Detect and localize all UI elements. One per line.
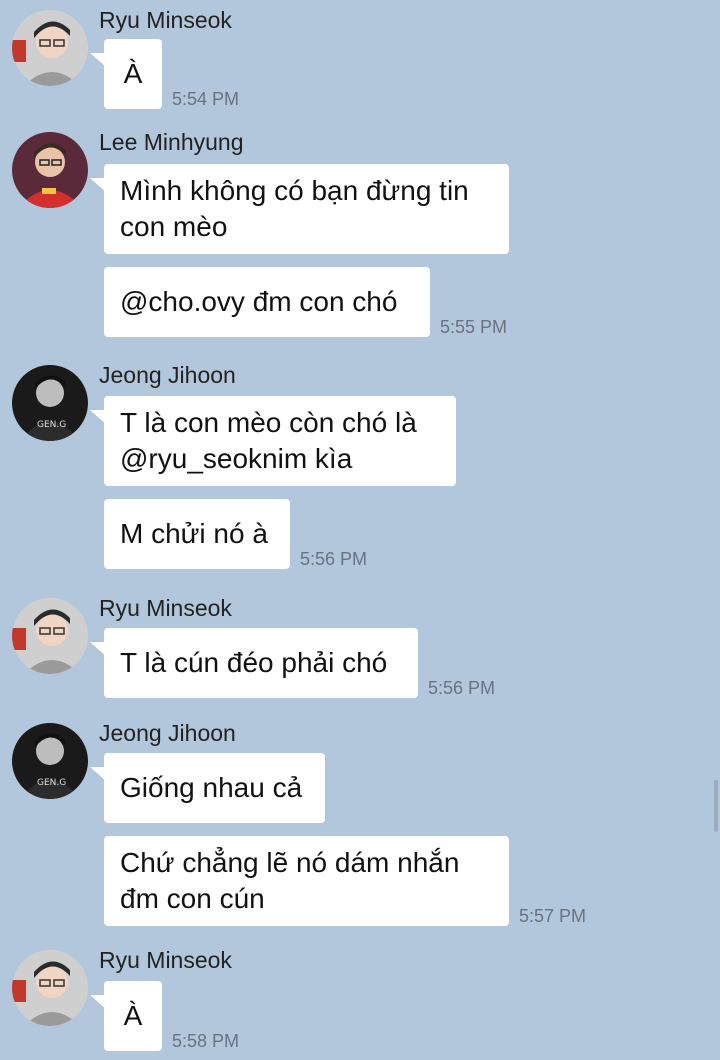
sender-name: Lee Minhyung — [99, 129, 244, 155]
message-bubble[interactable]: Mình không có bạn đừng tin con mèo — [90, 164, 509, 254]
scrollbar[interactable] — [714, 780, 718, 832]
avatar[interactable]: GEN.G — [12, 365, 88, 441]
message-bubble[interactable]: M chửi nó à — [104, 499, 290, 569]
avatar-ryu-minseok-icon — [12, 598, 88, 674]
svg-text:GEN.G: GEN.G — [37, 778, 66, 788]
message-time: 5:55 PM — [440, 317, 508, 337]
chat-message-list[interactable]: Ryu Minseok À 5:54 PM Lee Minhyung Mình … — [0, 0, 720, 1060]
message-bubble[interactable]: @cho.ovy đm con chó — [104, 267, 430, 337]
message-time: 5:56 PM — [428, 678, 496, 698]
sender-name: Ryu Minseok — [99, 595, 232, 621]
svg-text:GEN.G: GEN.G — [37, 420, 66, 430]
message-time: 5:56 PM — [300, 549, 368, 569]
message-time: 5:54 PM — [172, 89, 240, 109]
message-bubble[interactable]: À — [90, 39, 162, 109]
avatar[interactable] — [12, 598, 88, 674]
message-bubble[interactable]: À — [90, 981, 162, 1051]
message-time: 5:57 PM — [519, 906, 587, 926]
message-bubble[interactable]: T là con mèo còn chó là @ryu_seoknim kìa — [90, 396, 456, 486]
message-bubble[interactable]: Giống nhau cả — [90, 753, 325, 823]
avatar-jeong-jihoon-icon: GEN.G — [12, 723, 88, 799]
avatar-jeong-jihoon-icon: GEN.G — [12, 365, 88, 441]
avatar-ryu-minseok-icon — [12, 10, 88, 86]
sender-name: Ryu Minseok — [99, 947, 232, 973]
avatar[interactable]: GEN.G — [12, 723, 88, 799]
message-bubble[interactable]: T là cún đéo phải chó — [90, 628, 418, 698]
message-time: 5:58 PM — [172, 1031, 240, 1051]
sender-name: Ryu Minseok — [99, 7, 232, 33]
message-bubble[interactable]: Chứ chẳng lẽ nó dám nhắn đm con cún — [104, 836, 509, 926]
sender-name: Jeong Jihoon — [99, 720, 236, 746]
avatar[interactable] — [12, 132, 88, 208]
avatar-lee-minhyung-icon — [12, 132, 88, 208]
avatar[interactable] — [12, 10, 88, 86]
sender-name: Jeong Jihoon — [99, 362, 236, 388]
avatar-ryu-minseok-icon — [12, 950, 88, 1026]
avatar[interactable] — [12, 950, 88, 1026]
